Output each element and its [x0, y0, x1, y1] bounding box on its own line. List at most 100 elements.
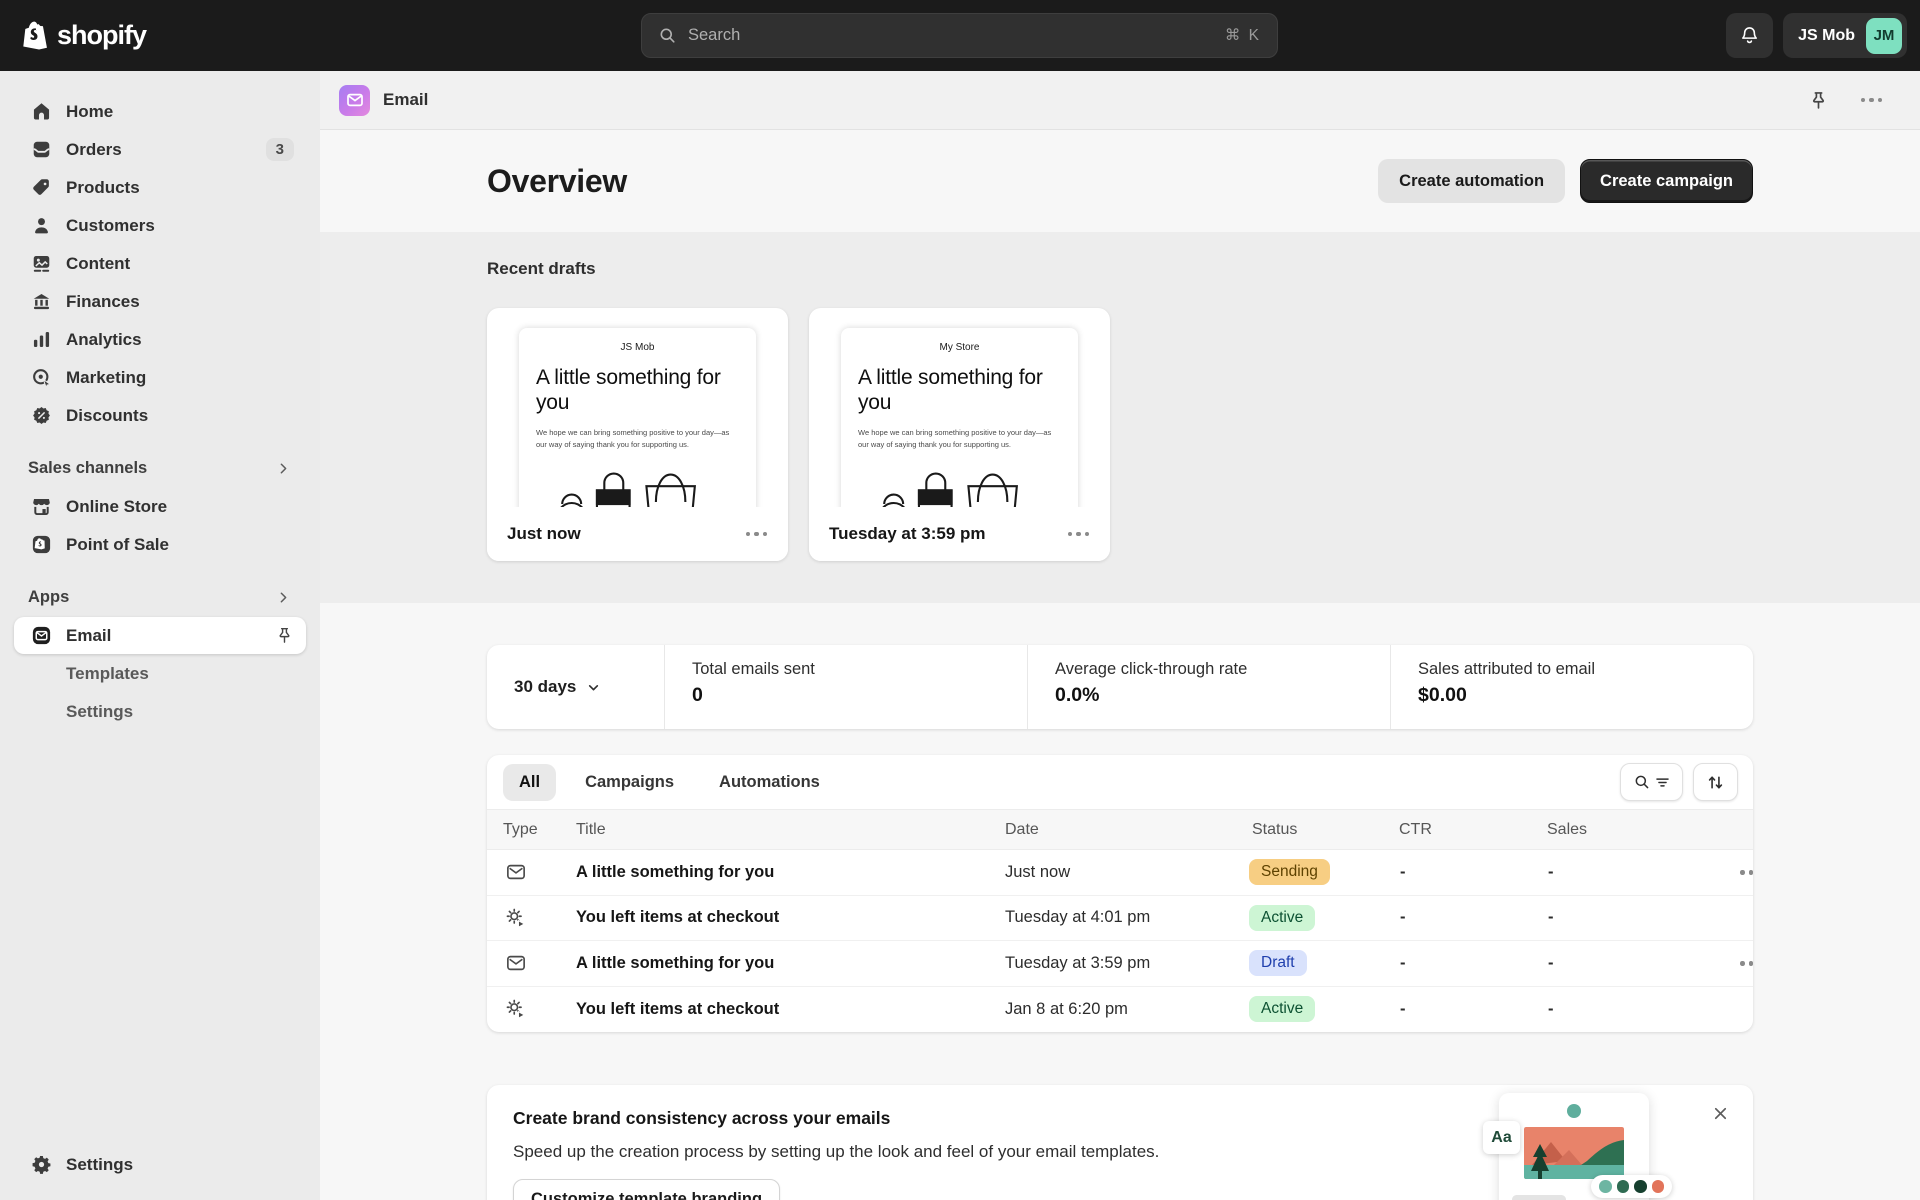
tab-all[interactable]: All	[503, 764, 556, 801]
customize-branding-button[interactable]: Customize template branding	[513, 1179, 780, 1200]
app-title: Email	[383, 90, 428, 110]
sidebar-item-label: Products	[66, 178, 140, 198]
chevron-down-icon	[585, 679, 602, 696]
row-sales: -	[1531, 863, 1646, 882]
metric-label: Sales attributed to email	[1418, 660, 1753, 679]
avatar: JM	[1866, 18, 1902, 54]
sidebar-item-home[interactable]: Home	[14, 93, 306, 130]
preview-store-name: JS Mob	[519, 342, 756, 353]
automation-type-icon	[487, 907, 560, 929]
sidebar-item-label: Home	[66, 102, 113, 122]
status-badge: Sending	[1249, 859, 1330, 885]
banner-close-button[interactable]	[1707, 1100, 1734, 1127]
sidebar-item-discounts[interactable]: Discounts	[14, 397, 306, 434]
row-title: A little something for you	[560, 954, 989, 973]
draft-more-button[interactable]	[738, 524, 776, 545]
table-row[interactable]: A little something for you Just now Send…	[487, 850, 1753, 896]
draft-card[interactable]: My Store A little something for you We h…	[809, 308, 1110, 561]
sidebar-item-products[interactable]: Products	[14, 169, 306, 206]
chevron-right-icon	[275, 589, 292, 606]
create-campaign-button[interactable]: Create campaign	[1580, 159, 1753, 203]
column-header: Date	[989, 821, 1236, 839]
recent-drafts-heading: Recent drafts	[487, 259, 1753, 279]
pin-icon[interactable]	[275, 626, 294, 645]
tab-campaigns[interactable]: Campaigns	[569, 764, 690, 801]
sidebar-item-customers[interactable]: Customers	[14, 207, 306, 244]
metric-value: $0.00	[1418, 684, 1753, 707]
email-app-nav-icon	[31, 625, 52, 646]
account-menu[interactable]: JS Mob JM	[1783, 13, 1907, 58]
sidebar-item-online-store[interactable]: Online Store	[14, 488, 306, 525]
sidebar-item-marketing[interactable]: Marketing	[14, 359, 306, 396]
sidebar-item-label: Settings	[66, 702, 133, 722]
draft-card[interactable]: JS Mob A little something for you We hop…	[487, 308, 788, 561]
shopify-wordmark: shopify	[57, 20, 146, 51]
branding-illustration: Aa	[1489, 1093, 1659, 1200]
row-date: Jan 8 at 6:20 pm	[989, 1000, 1236, 1019]
sort-button[interactable]	[1693, 763, 1738, 801]
sidebar-item-orders[interactable]: Orders 3	[14, 131, 306, 168]
section-label: Apps	[28, 588, 69, 607]
search-input[interactable]	[688, 26, 1214, 45]
create-automation-button[interactable]: Create automation	[1378, 159, 1565, 203]
column-header: Title	[560, 821, 989, 839]
row-date: Tuesday at 3:59 pm	[989, 954, 1236, 973]
person-icon	[31, 215, 52, 236]
table-row[interactable]: A little something for you Tuesday at 3:…	[487, 941, 1753, 987]
apps-header[interactable]: Apps	[14, 579, 306, 615]
preview-store-name: My Store	[841, 342, 1078, 353]
section-label: Sales channels	[28, 459, 147, 478]
tab-automations[interactable]: Automations	[703, 764, 836, 801]
sidebar-item-email-settings[interactable]: Settings	[14, 693, 306, 730]
sales-channels-header[interactable]: Sales channels	[14, 450, 306, 486]
main-nav: Home Orders 3 Products Customers Conte	[0, 93, 320, 434]
orders-count-badge: 3	[266, 138, 294, 161]
bell-icon	[1739, 25, 1760, 46]
column-header: Sales	[1531, 821, 1646, 839]
table-header-row: Type Title Date Status CTR Sales	[487, 809, 1753, 850]
sidebar-item-settings[interactable]: Settings	[14, 1146, 306, 1183]
table-row[interactable]: You left items at checkout Jan 8 at 6:20…	[487, 987, 1753, 1033]
orders-icon	[31, 139, 52, 160]
search-icon	[658, 26, 677, 45]
automation-type-icon	[487, 998, 560, 1020]
sidebar-item-email-app[interactable]: Email	[14, 617, 306, 654]
app-more-button[interactable]	[1853, 90, 1891, 111]
metric-label: Total emails sent	[692, 660, 1027, 679]
pos-icon	[31, 534, 52, 555]
preview-headline: A little something for you	[519, 366, 756, 416]
row-ctr: -	[1383, 1000, 1531, 1019]
sidebar-item-analytics[interactable]: Analytics	[14, 321, 306, 358]
row-title: You left items at checkout	[560, 908, 989, 927]
illustration-landscape	[1524, 1127, 1624, 1179]
pin-app-button[interactable]	[1808, 90, 1829, 111]
sidebar-item-point-of-sale[interactable]: Point of Sale	[14, 526, 306, 563]
tag-icon	[31, 177, 52, 198]
table-row[interactable]: You left items at checkout Tuesday at 4:…	[487, 896, 1753, 942]
row-more-button[interactable]	[1732, 953, 1753, 974]
shopify-logo[interactable]: shopify	[22, 20, 146, 52]
date-range-selector[interactable]: 30 days	[487, 645, 665, 729]
column-header: Status	[1236, 821, 1383, 839]
sidebar-item-label: Orders	[66, 140, 122, 160]
preview-headline: A little something for you	[841, 366, 1078, 416]
metric-total-emails: Total emails sent 0	[665, 645, 1028, 729]
sidebar-item-templates[interactable]: Templates	[14, 655, 306, 692]
sidebar-item-label: Online Store	[66, 497, 167, 517]
status-badge: Active	[1249, 996, 1315, 1022]
sidebar-item-finances[interactable]: Finances	[14, 283, 306, 320]
sidebar-item-content[interactable]: Content	[14, 245, 306, 282]
sidebar-item-label: Email	[66, 626, 111, 646]
preview-body: We hope we can bring something positive …	[841, 427, 1078, 451]
image-icon	[31, 253, 52, 274]
notifications-button[interactable]	[1726, 13, 1773, 58]
global-search[interactable]: ⌘ K	[641, 13, 1278, 58]
illustration-avatar-dot	[1567, 1104, 1581, 1118]
page-header: Overview Create automation Create campai…	[487, 130, 1753, 232]
search-filter-button[interactable]	[1620, 763, 1683, 801]
row-more-button[interactable]	[1732, 862, 1753, 883]
sidebar-item-label: Finances	[66, 292, 140, 312]
metric-avg-ctr: Average click-through rate 0.0%	[1028, 645, 1391, 729]
draft-more-button[interactable]	[1060, 524, 1098, 545]
storefront-icon	[31, 496, 52, 517]
